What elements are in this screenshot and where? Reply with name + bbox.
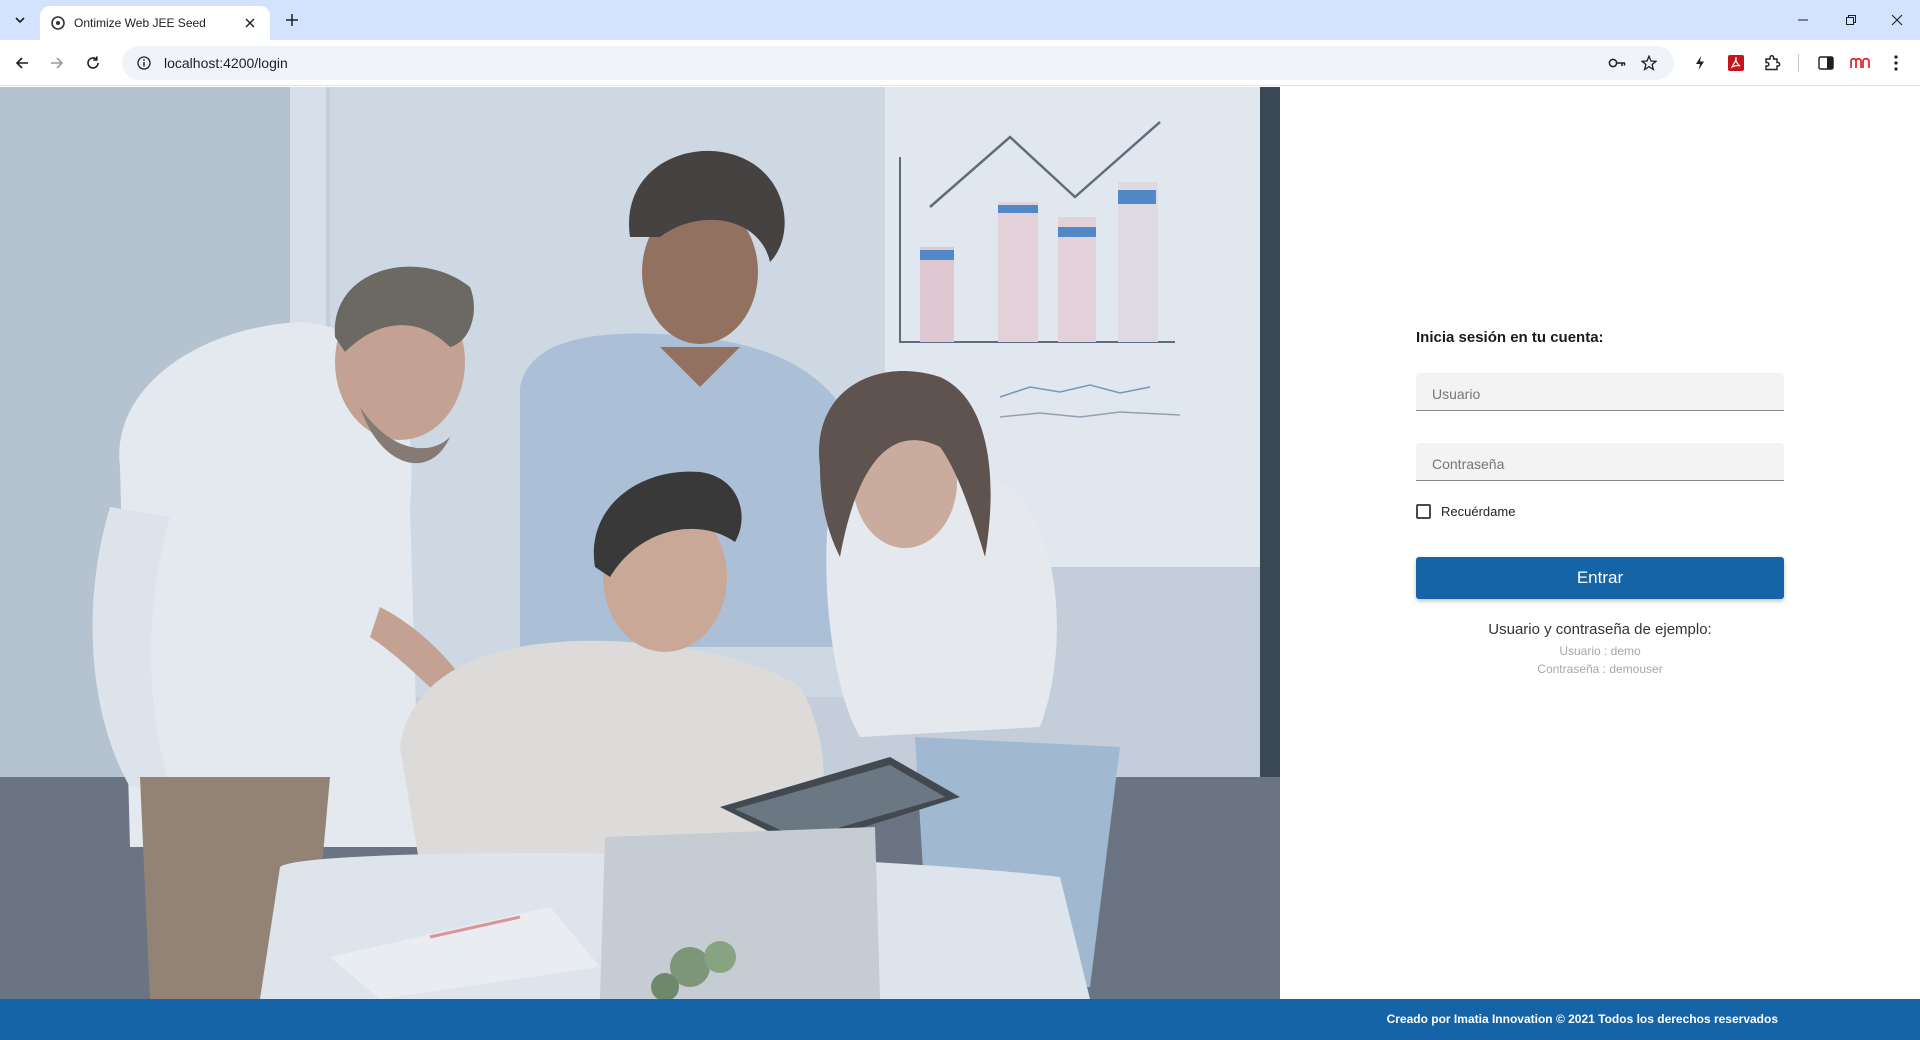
login-title: Inicia sesión en tu cuenta: — [1416, 329, 1604, 346]
pdf-extension-icon[interactable] — [1724, 51, 1748, 75]
forward-button[interactable] — [43, 49, 71, 77]
bolt-extension-icon[interactable] — [1688, 51, 1712, 75]
minimize-icon — [1798, 19, 1808, 21]
browser-menu-icon[interactable] — [1884, 51, 1908, 75]
remember-me[interactable]: Recuérdame — [1416, 504, 1515, 519]
demo-credentials-title: Usuario y contraseña de ejemplo: — [1488, 621, 1712, 638]
browser-toolbar: localhost:4200/login — [0, 40, 1920, 86]
hero-team-photo — [0, 87, 1280, 999]
arrow-left-icon — [15, 57, 28, 69]
minimize-button[interactable] — [1780, 0, 1826, 40]
password-key-icon[interactable] — [1606, 52, 1628, 74]
restore-icon — [1846, 15, 1856, 25]
bookmark-star-icon[interactable] — [1638, 52, 1660, 74]
password-input[interactable] — [1432, 443, 1768, 480]
team-photo-illustration — [0, 87, 1280, 999]
chevron-down-icon — [15, 17, 25, 24]
favicon-icon — [50, 15, 66, 31]
demo-credentials: Usuario y contraseña de ejemplo: Usuario… — [1416, 621, 1784, 678]
new-tab-button[interactable] — [280, 8, 304, 32]
close-icon — [1891, 14, 1903, 26]
login-page: Inicia sesión en tu cuenta: Recuérdame E… — [0, 87, 1920, 1040]
extensions-puzzle-icon[interactable] — [1760, 51, 1784, 75]
demo-password: Contraseña : demouser — [1537, 662, 1663, 676]
page-footer: Creado por Imatia Innovation © 2021 Todo… — [0, 999, 1920, 1040]
footer-copyright: Creado por Imatia Innovation © 2021 Todo… — [1386, 1012, 1778, 1026]
restore-button[interactable] — [1828, 0, 1874, 40]
plus-icon — [286, 14, 298, 26]
browser-tab[interactable]: Ontimize Web JEE Seed — [40, 6, 270, 40]
username-input[interactable] — [1432, 373, 1768, 410]
reload-icon — [87, 56, 99, 69]
login-submit-button[interactable]: Entrar — [1416, 557, 1784, 599]
toolbar-divider — [1798, 54, 1799, 72]
reload-button[interactable] — [79, 49, 107, 77]
back-button[interactable] — [8, 49, 36, 77]
password-field[interactable] — [1416, 443, 1784, 481]
close-window-button[interactable] — [1874, 0, 1920, 40]
side-panel-icon[interactable] — [1814, 51, 1838, 75]
remember-label[interactable]: Recuérdame — [1441, 504, 1515, 519]
tab-title: Ontimize Web JEE Seed — [74, 16, 206, 30]
username-field[interactable] — [1416, 373, 1784, 411]
demo-username: Usuario : demo — [1559, 644, 1641, 658]
tab-close-icon[interactable] — [240, 13, 260, 33]
remember-checkbox[interactable] — [1416, 504, 1431, 519]
address-url[interactable]: localhost:4200/login — [164, 55, 1596, 71]
site-info-icon[interactable] — [136, 55, 152, 71]
tab-search-button[interactable] — [8, 8, 32, 32]
login-panel: Inicia sesión en tu cuenta: Recuérdame E… — [1280, 87, 1920, 999]
arrow-right-icon — [51, 57, 64, 69]
browser-tabstrip: Ontimize Web JEE Seed — [0, 0, 1920, 40]
address-bar[interactable]: localhost:4200/login — [122, 46, 1674, 80]
profile-avatar-icon[interactable] — [1848, 51, 1872, 75]
